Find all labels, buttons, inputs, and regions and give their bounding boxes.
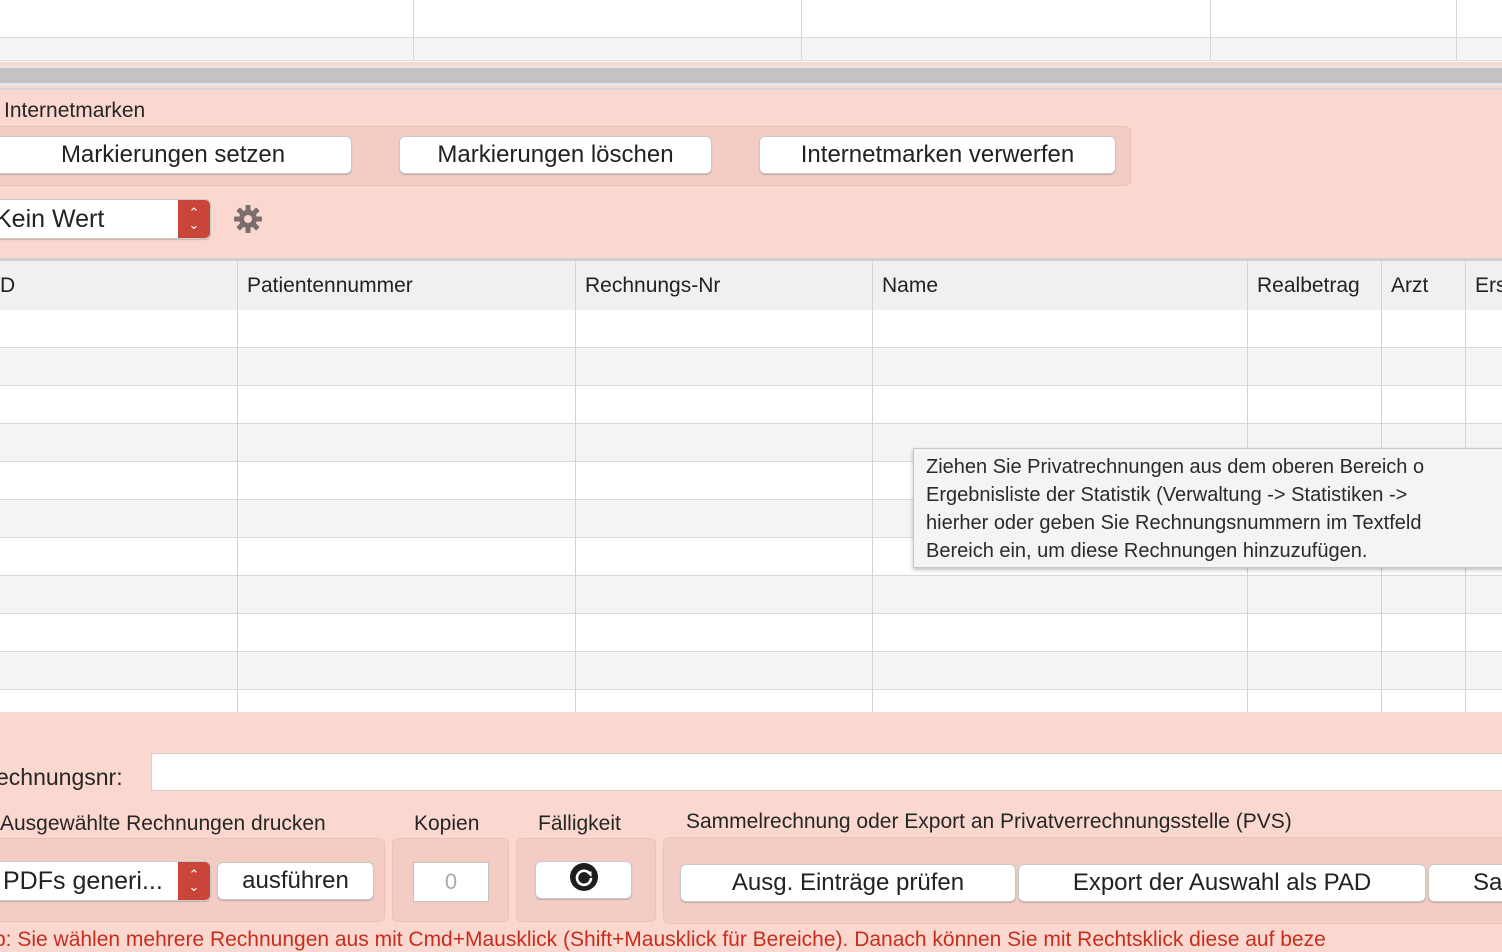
tooltip-line: Ziehen Sie Privatrechnungen aus dem ober…	[926, 456, 1425, 478]
table-row[interactable]	[0, 310, 1502, 348]
kopien-label: Kopien	[414, 812, 480, 835]
column-header-realbetrag[interactable]: Realbetrag	[1248, 261, 1382, 310]
internetmarken-label: Internetmarken	[4, 99, 146, 122]
table-row[interactable]	[0, 652, 1502, 690]
tooltip-line: hierher oder geben Sie Rechnungsnummern …	[926, 512, 1422, 534]
column-header-name[interactable]: Name	[873, 261, 1248, 310]
value-select[interactable]: Kein Wert ⌃ ⌄	[0, 199, 211, 239]
print-mode-label: PDFs generi...	[3, 866, 163, 895]
multi-select-hint: p: Sie wählen mehrere Rechnungen aus mit…	[0, 928, 1326, 951]
column-header-patientennummer[interactable]: Patientennummer	[238, 261, 576, 310]
discard-internetmarken-button[interactable]: Internetmarken verwerfen	[759, 136, 1116, 174]
sammelrechnung-button[interactable]: Sa	[1428, 864, 1502, 902]
split-view-divider[interactable]	[0, 66, 1502, 86]
table-row[interactable]	[0, 386, 1502, 424]
value-select-label: Kein Wert	[0, 204, 105, 233]
print-mode-select[interactable]: PDFs generi... ⌃ ⌄	[0, 861, 211, 901]
set-markings-button[interactable]: Markierungen setzen	[0, 136, 352, 174]
print-group-label: Ausgewählte Rechnungen drucken	[0, 812, 326, 835]
tooltip-line: Ergebnisliste der Statistik (Verwaltung …	[926, 484, 1408, 506]
rechnungsnr-label: echnungsnr:	[0, 764, 123, 790]
run-button[interactable]: ausführen	[217, 862, 374, 900]
export-pad-button[interactable]: Export der Auswahl als PAD	[1018, 864, 1426, 902]
column-header-ers[interactable]: Ers	[1466, 261, 1502, 310]
column-header-arzt[interactable]: Arzt	[1382, 261, 1466, 310]
upper-table[interactable]	[0, 0, 1502, 62]
table-header: D Patientennummer Rechnungs-Nr Name Real…	[0, 261, 1502, 311]
rechnungsnr-input[interactable]	[151, 753, 1502, 791]
gear-icon[interactable]	[232, 203, 264, 235]
check-entries-button[interactable]: Ausg. Einträge prüfen	[680, 864, 1016, 902]
column-header-d[interactable]: D	[0, 261, 238, 310]
copies-input[interactable]: 0	[413, 862, 489, 902]
table-row[interactable]	[0, 690, 1502, 712]
refresh-due-button[interactable]	[535, 861, 632, 899]
divider-edge	[0, 88, 1502, 90]
column-header-rechnungs-nr[interactable]: Rechnungs-Nr	[576, 261, 873, 310]
drag-hint-tooltip: Ziehen Sie Privatrechnungen aus dem ober…	[913, 448, 1502, 568]
faelligkeit-label: Fälligkeit	[538, 812, 621, 835]
delete-markings-button[interactable]: Markierungen löschen	[399, 136, 712, 174]
tooltip-line: Bereich ein, um diese Rechnungen hinzuzu…	[926, 540, 1368, 562]
chevron-updown-icon: ⌃ ⌄	[178, 862, 210, 900]
upper-table-row[interactable]	[0, 38, 1502, 60]
table-row[interactable]	[0, 614, 1502, 652]
chevron-updown-icon: ⌃ ⌄	[178, 200, 210, 238]
pvs-group-label: Sammelrechnung oder Export an Privatverr…	[686, 810, 1292, 833]
table-row[interactable]	[0, 576, 1502, 614]
table-row[interactable]	[0, 348, 1502, 386]
refresh-icon	[569, 862, 599, 899]
